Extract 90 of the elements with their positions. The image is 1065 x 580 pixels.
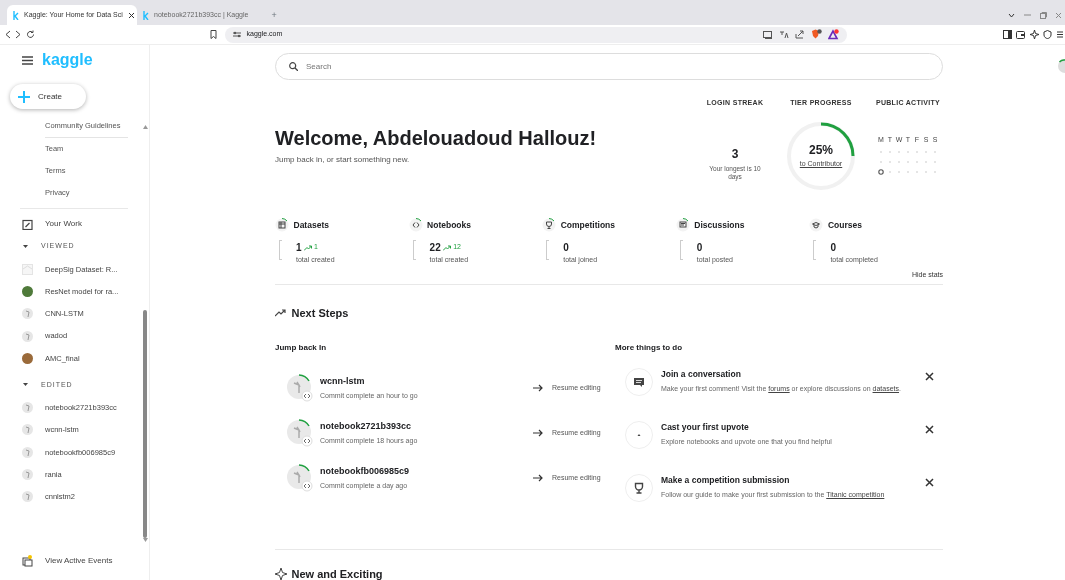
back-icon[interactable]	[4, 30, 11, 39]
reload-icon[interactable]	[25, 30, 35, 39]
site-settings-icon[interactable]	[232, 31, 241, 38]
trend-up-icon	[275, 309, 287, 318]
trophy-icon	[625, 473, 653, 502]
streak-count: 3	[731, 145, 739, 163]
stat-value: 0	[696, 241, 703, 255]
stat-value: 0	[830, 241, 836, 255]
stat-name: Competitions	[560, 218, 615, 232]
stat-name: Discussions	[694, 218, 745, 232]
forward-icon[interactable]	[15, 30, 21, 39]
caret-down-icon[interactable]	[22, 381, 29, 389]
avatar-icon	[22, 424, 33, 436]
restore-icon[interactable]	[1039, 11, 1047, 19]
task-title: Cast your first upvote	[661, 420, 750, 434]
close-icon	[925, 371, 934, 381]
notebook-avatar-icon	[285, 463, 315, 493]
avatar-icon	[22, 285, 33, 297]
wallet-icon[interactable]	[1016, 30, 1026, 39]
plus-icon	[18, 90, 30, 103]
avatar-icon	[22, 402, 33, 414]
scrollbar[interactable]	[143, 125, 148, 545]
avatar-icon	[22, 330, 33, 342]
stat-name: Courses	[827, 218, 862, 232]
kaggle-k-icon	[143, 10, 149, 20]
welcome-heading: Welcome, Abdelouadoud Hallouz!	[275, 126, 598, 150]
avatar-icon	[22, 491, 33, 503]
notebook-name[interactable]: wcnn-lstm	[320, 375, 520, 389]
discussion-icon	[625, 367, 653, 396]
close-icon[interactable]	[127, 11, 135, 19]
chevron-down-icon[interactable]	[1007, 12, 1015, 18]
notebook-name[interactable]: notebookfb006985c9	[320, 465, 520, 479]
shield-badge-icon[interactable]	[810, 29, 822, 40]
close-icon	[925, 424, 934, 434]
search-icon	[289, 62, 298, 71]
notebook-icon	[408, 218, 423, 232]
triangle-badge-icon[interactable]	[827, 29, 839, 40]
avatar-icon	[22, 446, 33, 458]
sparkle-icon	[275, 567, 287, 580]
tier-percent: 25%	[809, 142, 833, 160]
notebook-avatar-icon	[285, 418, 315, 448]
menu-icon[interactable]	[1056, 30, 1063, 39]
section-heading: New and Exciting	[291, 566, 383, 580]
create-button[interactable]: Create	[10, 84, 86, 109]
translate-icon[interactable]	[778, 30, 789, 39]
dataset-icon	[275, 218, 289, 232]
stat-value: 0	[563, 241, 569, 255]
avatar-icon	[22, 469, 33, 480]
avatar-icon	[22, 308, 33, 320]
avatar-icon	[22, 352, 33, 364]
trend-up-icon	[442, 244, 451, 251]
kaggle-k-icon	[13, 10, 19, 20]
competition-icon	[542, 218, 557, 232]
stat-value: 22	[429, 241, 441, 255]
caret-down-icon[interactable]	[22, 243, 29, 250]
menu-icon[interactable]	[22, 55, 33, 65]
events-icon	[22, 555, 33, 567]
bookmark-icon[interactable]	[209, 30, 217, 39]
work-icon	[22, 218, 33, 230]
notebook-avatar-icon	[285, 373, 315, 403]
course-icon	[809, 218, 824, 232]
welcome-subtitle: Jump back in, or start something new.	[275, 154, 411, 166]
stat-name: Notebooks	[427, 218, 471, 232]
discussion-icon	[675, 218, 690, 232]
arrow-right-icon	[533, 474, 543, 482]
share-icon[interactable]	[794, 30, 805, 39]
dataset-thumbnail-icon	[22, 263, 33, 275]
stat-value: 1	[296, 241, 302, 255]
close-icon	[925, 477, 934, 487]
cast-icon[interactable]	[762, 30, 773, 39]
trend-up-icon	[303, 244, 312, 251]
user-avatar-icon[interactable]	[1055, 59, 1065, 73]
notebook-name[interactable]: notebook2721b393cc	[320, 420, 520, 434]
column-heading: Jump back In	[275, 341, 328, 354]
sidebar-item[interactable]: Your Work	[45, 218, 82, 230]
scroll-up-icon[interactable]	[143, 125, 148, 129]
column-heading: More things to do	[615, 341, 684, 354]
new-tab-button[interactable]: +	[271, 9, 277, 23]
task-title: Make a competition submission	[661, 473, 791, 487]
search-field[interactable]: Search	[275, 53, 943, 80]
sidebar-item[interactable]: View Active Events	[45, 555, 113, 567]
scrollbar-thumb[interactable]	[143, 310, 147, 538]
task-title: Join a conversation	[661, 367, 742, 381]
sparkle-icon[interactable]	[1029, 30, 1039, 39]
stat-name: Datasets	[293, 218, 329, 232]
section-heading: Next Steps	[291, 306, 349, 321]
arrow-right-icon	[533, 384, 543, 392]
sidebar-icon[interactable]	[1002, 30, 1012, 39]
arrow-right-icon	[533, 429, 543, 437]
shield-icon[interactable]	[1043, 30, 1053, 39]
